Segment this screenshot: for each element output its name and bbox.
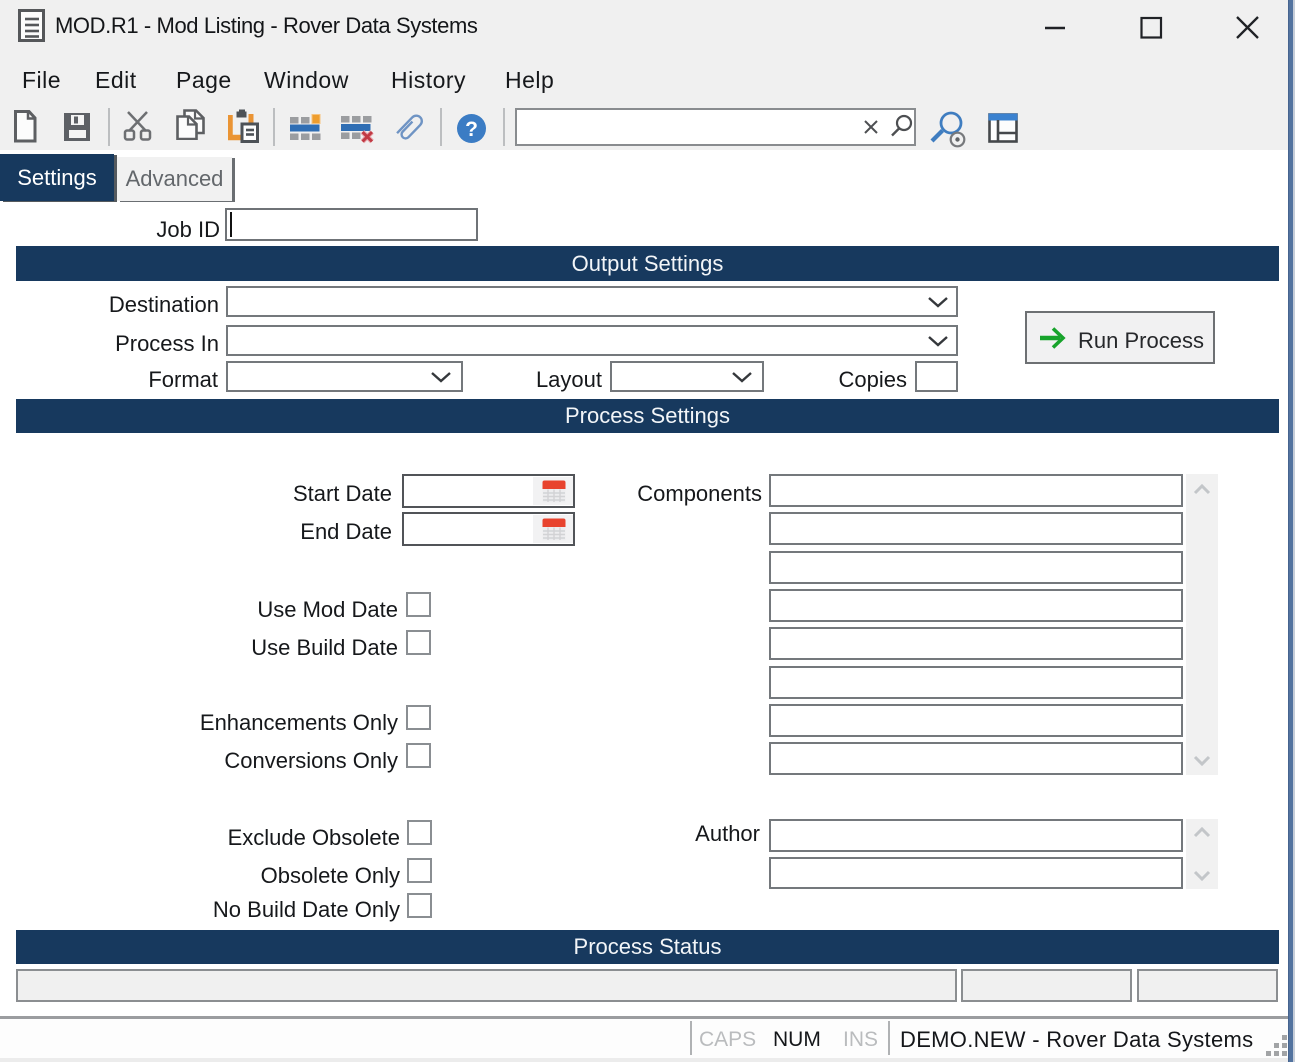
svg-text:?: ? — [465, 118, 478, 141]
